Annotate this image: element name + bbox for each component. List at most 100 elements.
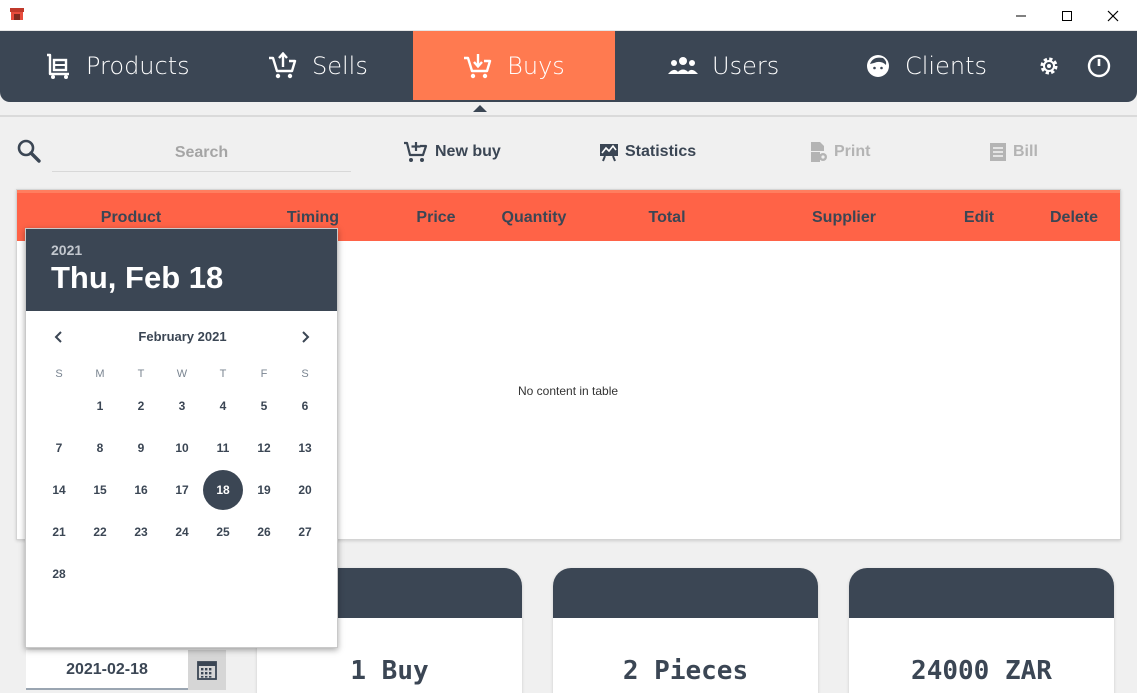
card-value-pieces: 2 Pieces <box>622 656 749 686</box>
nav-tab-users[interactable]: Users <box>668 31 779 100</box>
weekday-label: T <box>219 368 227 380</box>
chart-icon <box>600 144 618 162</box>
nav-label-clients: Clients <box>905 51 987 80</box>
weekday-label: M <box>95 368 105 380</box>
main-navbar: Products Sells Buys Users Clients <box>0 31 1137 102</box>
calendar-day[interactable]: 28 <box>39 554 79 594</box>
minimize-icon <box>1016 15 1026 16</box>
power-icon <box>1087 54 1111 77</box>
print-button[interactable]: Print <box>808 139 870 165</box>
nav-label-buys: Buys <box>507 51 565 80</box>
users-icon <box>668 56 698 74</box>
close-button[interactable] <box>1090 0 1136 31</box>
calendar-day[interactable]: 26 <box>244 512 284 552</box>
calendar-day[interactable]: 9 <box>121 428 161 468</box>
minimize-button[interactable] <box>998 0 1044 31</box>
date-field[interactable]: 2021-02-18 <box>26 650 188 690</box>
calendar-day[interactable]: 25 <box>203 512 243 552</box>
calendar-day[interactable]: 12 <box>244 428 284 468</box>
date-picker-button[interactable] <box>188 650 226 690</box>
new-buy-label: New buy <box>435 143 501 160</box>
calendar-day[interactable]: 20 <box>285 470 325 510</box>
calendar-day[interactable]: 11 <box>203 428 243 468</box>
calendar-day[interactable]: 6 <box>285 386 325 426</box>
calendar-day[interactable]: 15 <box>80 470 120 510</box>
card-header <box>553 568 818 618</box>
weekday-label: T <box>137 368 145 380</box>
nav-tab-sells[interactable]: Sells <box>268 31 368 100</box>
date-picker-header: 2021 Thu, Feb 18 <box>26 229 337 311</box>
column-header-delete[interactable]: Delete <box>1050 209 1098 227</box>
print-icon <box>811 142 827 162</box>
calendar-day[interactable]: 24 <box>162 512 202 552</box>
calendar-day[interactable]: 8 <box>80 428 120 468</box>
summary-card-total: 24000 ZAR <box>849 568 1114 693</box>
picker-selected-date: Thu, Feb 18 <box>51 260 224 295</box>
calendar-day[interactable]: 27 <box>285 512 325 552</box>
column-header-total[interactable]: Total <box>648 209 685 227</box>
date-picker-popup: 2021 Thu, Feb 18 February 2021 SMTWTFS12… <box>25 228 338 648</box>
statistics-button[interactable]: Statistics <box>599 139 696 165</box>
settings-button[interactable] <box>1037 31 1075 100</box>
calendar-day-selected[interactable]: 18 <box>203 470 243 510</box>
search-input[interactable] <box>52 134 351 172</box>
weekday-label: W <box>176 368 188 380</box>
statistics-label: Statistics <box>625 143 697 160</box>
weekday-label: S <box>55 368 63 380</box>
power-button[interactable] <box>1087 31 1125 100</box>
cart-plus-icon <box>404 141 428 162</box>
card-value-total: 24000 ZAR <box>911 656 1052 686</box>
nav-tab-buys[interactable]: Buys <box>413 31 615 100</box>
window-titlebar <box>0 0 1137 31</box>
client-face-icon <box>867 54 889 77</box>
cart-upload-icon <box>269 51 297 78</box>
calendar-day[interactable]: 3 <box>162 386 202 426</box>
weekday-label: F <box>260 368 268 380</box>
bill-button[interactable]: Bill <box>989 139 1038 165</box>
calendar-day[interactable]: 7 <box>39 428 79 468</box>
column-header-supplier[interactable]: Supplier <box>812 209 876 227</box>
column-header-product[interactable]: Product <box>101 209 161 227</box>
calendar-day[interactable]: 22 <box>80 512 120 552</box>
calendar-day[interactable]: 10 <box>162 428 202 468</box>
close-icon <box>1107 10 1119 21</box>
calendar-day[interactable]: 17 <box>162 470 202 510</box>
bill-icon <box>990 143 1006 161</box>
divider <box>0 115 1137 117</box>
summary-card-pieces: 2 Pieces <box>553 568 818 693</box>
nav-label-products: Products <box>86 51 190 80</box>
picker-year[interactable]: 2021 <box>51 242 337 258</box>
nav-tab-clients[interactable]: Clients <box>865 31 987 100</box>
card-value-buys: 1 Buy <box>350 656 429 686</box>
new-buy-button[interactable]: New buy <box>403 139 501 165</box>
calendar-day[interactable]: 5 <box>244 386 284 426</box>
maximize-button[interactable] <box>1044 0 1090 31</box>
next-month-button[interactable] <box>293 325 317 349</box>
nav-label-sells: Sells <box>312 51 368 80</box>
weekday-label: S <box>301 368 309 380</box>
calendar-day[interactable]: 14 <box>39 470 79 510</box>
calendar-day[interactable]: 4 <box>203 386 243 426</box>
calendar-day[interactable]: 23 <box>121 512 161 552</box>
active-tab-indicator <box>473 105 487 112</box>
calendar-day[interactable]: 1 <box>80 386 120 426</box>
maximize-icon <box>1062 10 1072 21</box>
calendar-icon <box>197 661 217 680</box>
nav-label-users: Users <box>712 51 780 80</box>
card-header <box>849 568 1114 618</box>
nav-tab-products[interactable]: Products <box>44 31 190 100</box>
column-header-quantity[interactable]: Quantity <box>502 209 567 227</box>
column-header-timing[interactable]: Timing <box>287 209 339 227</box>
calendar-day[interactable]: 21 <box>39 512 79 552</box>
column-header-price[interactable]: Price <box>416 209 455 227</box>
calendar-day[interactable]: 19 <box>244 470 284 510</box>
app-icon <box>10 8 24 20</box>
cart-download-icon <box>464 53 492 78</box>
calendar-day[interactable]: 16 <box>121 470 161 510</box>
search-icon[interactable] <box>16 138 42 164</box>
gear-icon <box>1040 57 1058 74</box>
print-label: Print <box>834 143 871 160</box>
calendar-day[interactable]: 13 <box>285 428 325 468</box>
column-header-edit[interactable]: Edit <box>964 209 994 227</box>
calendar-day[interactable]: 2 <box>121 386 161 426</box>
